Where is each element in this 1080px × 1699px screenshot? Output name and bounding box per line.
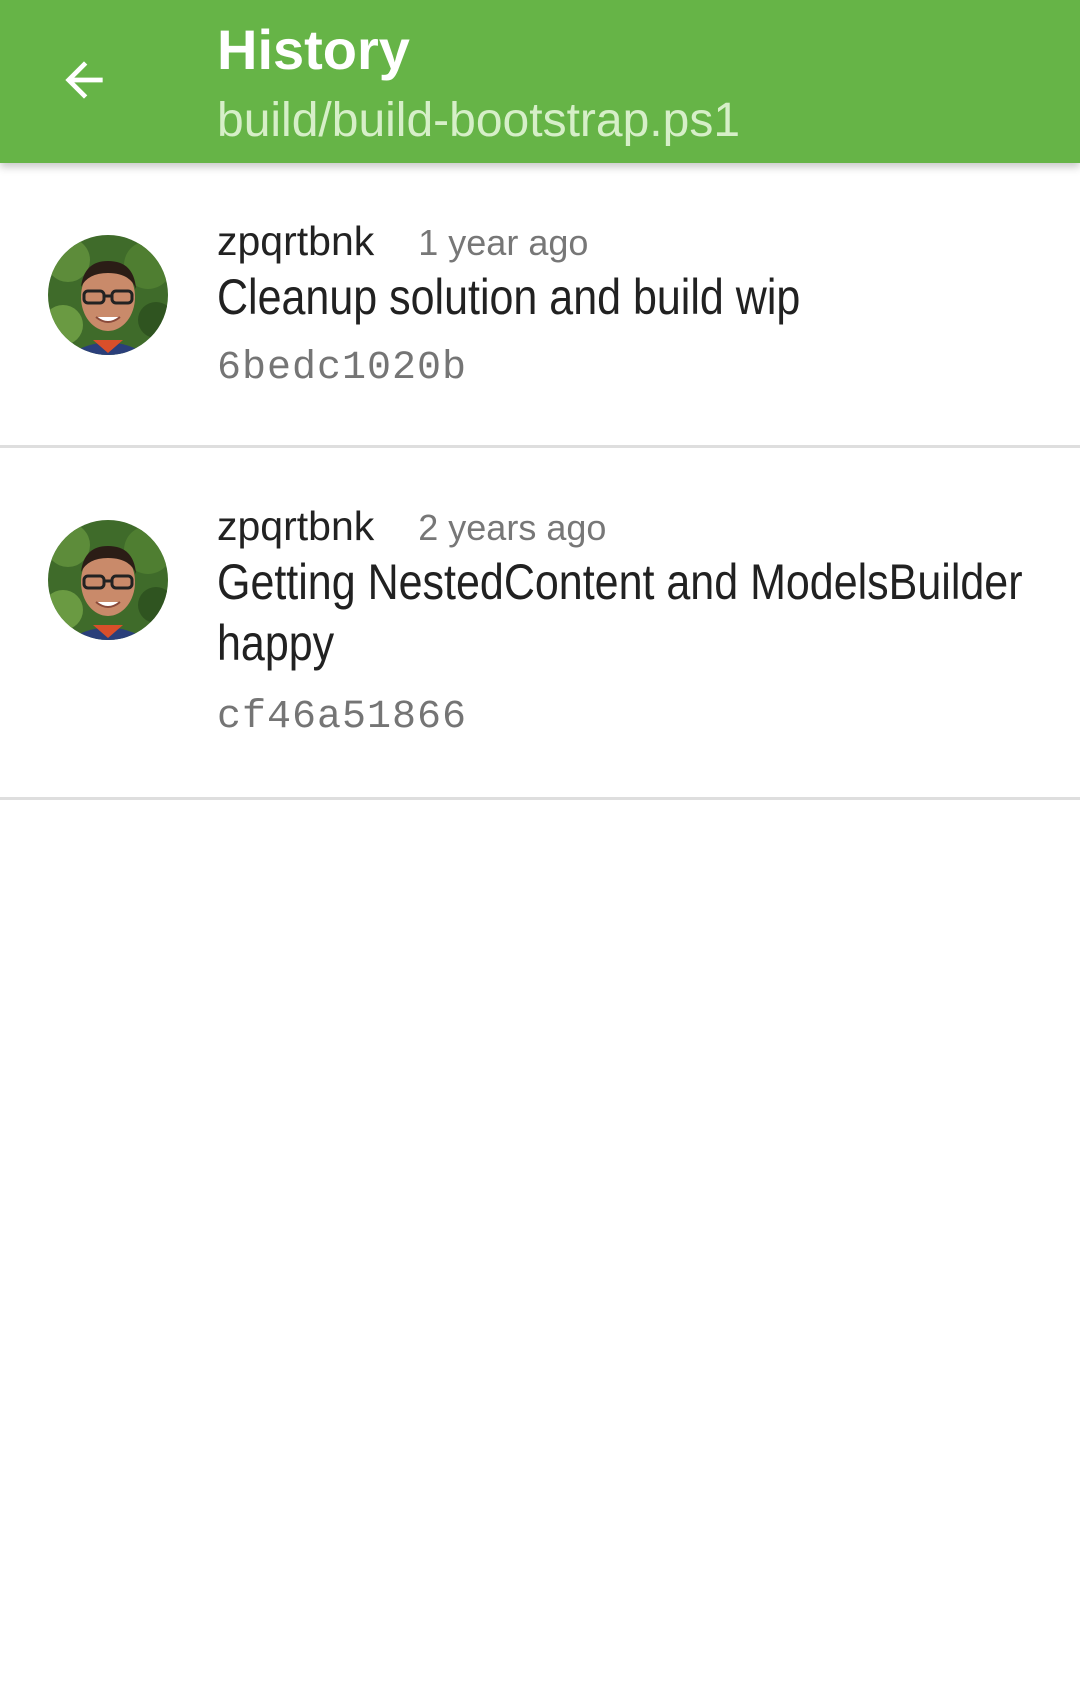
commit-author: zpqrtbnk <box>217 218 375 264</box>
commit-list: zpqrtbnk 1 year ago Cleanup solution and … <box>0 163 1080 800</box>
commit-sha: 6bedc1020b <box>217 346 468 391</box>
back-button[interactable] <box>36 36 132 124</box>
arrow-left-icon <box>65 61 103 99</box>
avatar <box>48 520 168 640</box>
app-bar: History build/build-bootstrap.ps1 <box>0 0 1080 163</box>
commit-sha: cf46a51866 <box>217 695 468 740</box>
commit-message: Cleanup solution and build wip <box>217 269 801 325</box>
avatar <box>48 235 168 355</box>
commit-time: 2 years ago <box>418 507 607 548</box>
page-title: History <box>217 18 410 81</box>
commit-author: zpqrtbnk <box>217 503 375 549</box>
commit-list-item[interactable]: zpqrtbnk 2 years ago Getting NestedConten… <box>0 448 1080 800</box>
commit-list-item[interactable]: zpqrtbnk 1 year ago Cleanup solution and … <box>0 163 1080 448</box>
commit-message: Getting NestedContent and ModelsBuilder … <box>217 554 1023 671</box>
commit-time: 1 year ago <box>418 222 589 263</box>
file-path-subtitle: build/build-bootstrap.ps1 <box>217 94 741 147</box>
